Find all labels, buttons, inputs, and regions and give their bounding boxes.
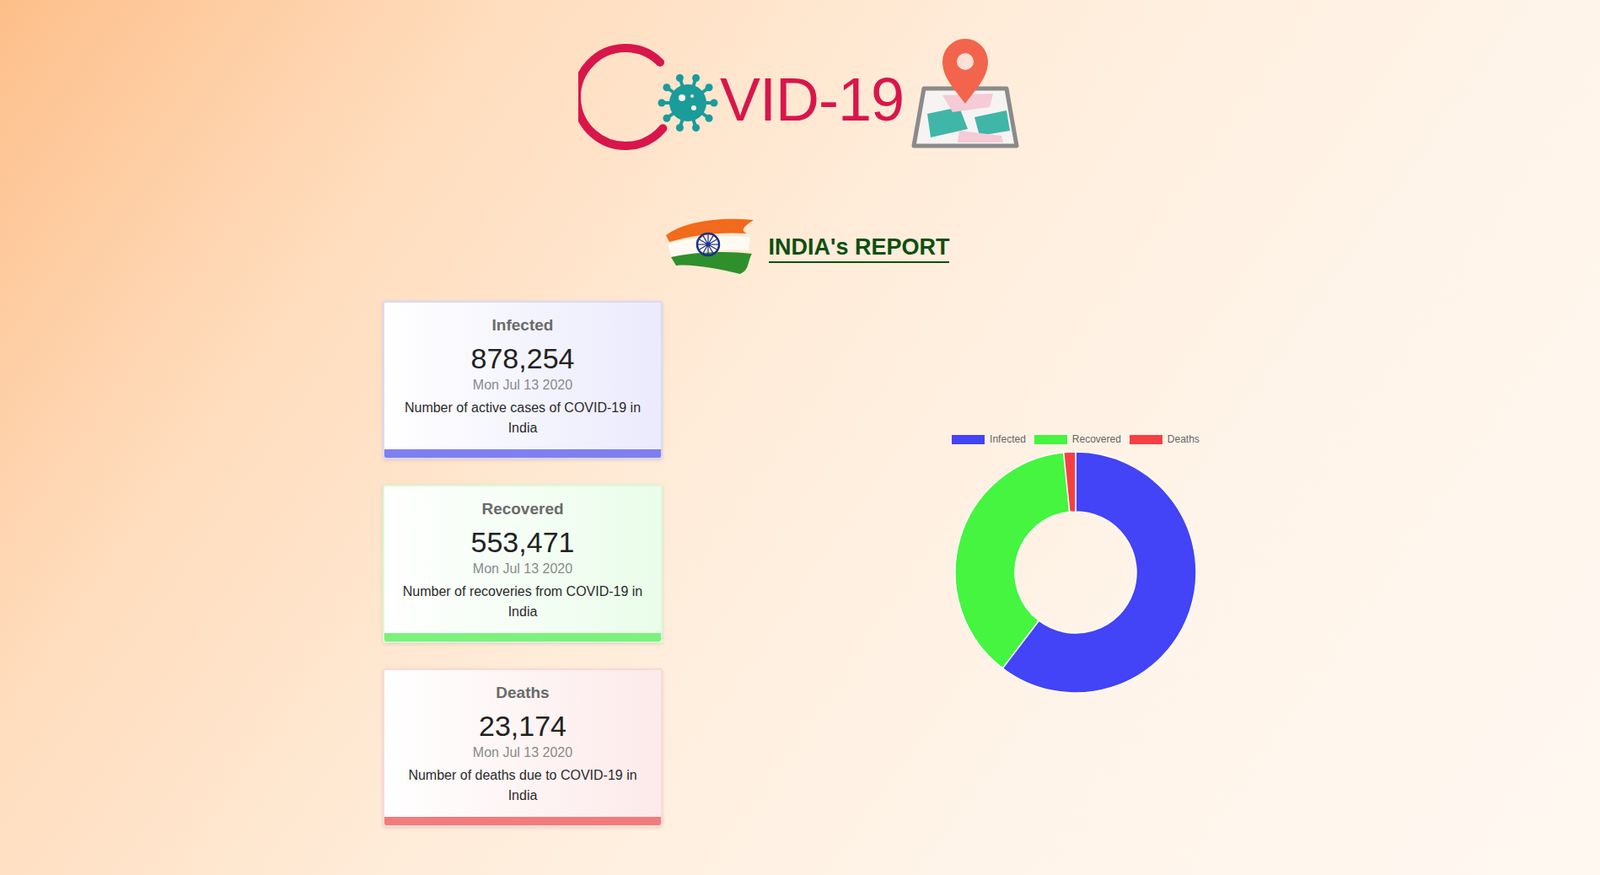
page: VID-19INDIA's REPORTInfected878,254Mon J… — [0, 0, 1600, 875]
map-pin-icon — [908, 36, 1022, 151]
legend-swatch — [1129, 434, 1163, 445]
stat-cards: Infected878,254Mon Jul 13 2020Number of … — [382, 300, 663, 827]
doughnut-slice[interactable] — [955, 452, 1070, 669]
stat-card: Infected 878,254Mon Jul 13 2020 Number of … — [382, 300, 663, 460]
legend-label: Infected — [989, 433, 1026, 446]
report-title: INDIA's REPORT — [768, 234, 951, 264]
card-title: Deaths — [396, 683, 650, 703]
report-heading: INDIA's REPORT — [0, 213, 1600, 281]
card-description: Number of recoveries from COVID-19 in In… — [396, 581, 650, 623]
chart-legend: Infected Recovered Deaths — [951, 433, 1200, 446]
card-description: Number of active cases of COVID-19 in In… — [396, 397, 650, 439]
legend-swatch — [1034, 434, 1068, 445]
card-title: Recovered — [396, 499, 650, 519]
doughnut — [953, 450, 1198, 695]
india-flag-icon — [659, 213, 761, 281]
card-date: Mon Jul 13 2020 — [396, 561, 650, 577]
logo: VID-19 — [0, 30, 1600, 157]
card-bar — [384, 816, 661, 826]
legend-label: Recovered — [1072, 433, 1122, 446]
doughnut-slice[interactable] — [1063, 451, 1076, 512]
card-value: 23,174 — [396, 708, 650, 744]
stat-card: Deaths 23,174Mon Jul 13 2020 Number of dea… — [382, 668, 663, 827]
content: Infected878,254Mon Jul 13 2020Number of … — [382, 300, 1218, 827]
card-value: 553,471 — [396, 525, 650, 560]
legend-swatch — [951, 434, 985, 445]
legend-item[interactable]: Deaths — [1129, 433, 1200, 446]
legend-label: Deaths — [1167, 433, 1200, 446]
card-date: Mon Jul 13 2020 — [396, 745, 650, 761]
card-bar — [384, 633, 661, 642]
card-bar — [384, 449, 661, 458]
doughnut-chart: Infected Recovered Deaths — [949, 433, 1203, 695]
stat-card: Recovered 553,471Mon Jul 13 2020 Number of… — [382, 484, 663, 644]
card-description: Number of deaths due to COVID-19 in Indi… — [396, 765, 650, 806]
logo-virus-icon — [578, 30, 720, 157]
chart-area: Infected Recovered Deaths — [662, 433, 1218, 695]
legend-item[interactable]: Infected — [951, 433, 1026, 446]
card-value: 878,254 — [396, 341, 650, 376]
card-title: Infected — [396, 316, 650, 335]
logo-text: VID-19 — [719, 69, 904, 130]
card-date: Mon Jul 13 2020 — [396, 377, 650, 393]
legend-item[interactable]: Recovered — [1034, 433, 1122, 446]
